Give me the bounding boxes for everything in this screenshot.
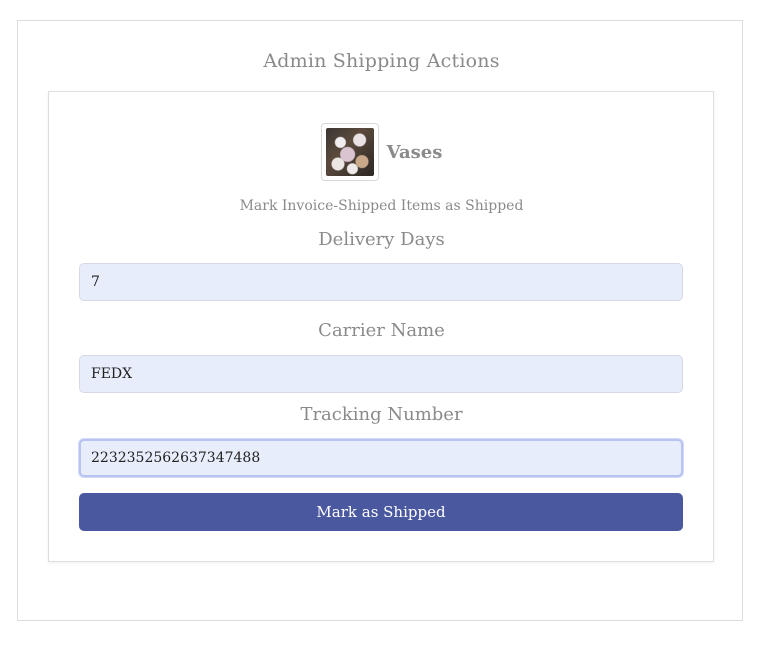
- tracking-number-label: Tracking Number: [300, 404, 463, 425]
- vase-flowers-image-icon: [325, 128, 374, 176]
- delivery-days-label: Delivery Days: [318, 229, 445, 250]
- delivery-days-input[interactable]: [79, 263, 683, 301]
- product-summary: Vases: [0, 122, 763, 182]
- page-title: Admin Shipping Actions: [263, 50, 500, 72]
- product-thumbnail: [320, 123, 379, 181]
- tracking-number-input[interactable]: [79, 439, 683, 477]
- carrier-name-label: Carrier Name: [318, 320, 445, 341]
- mark-as-shipped-button[interactable]: Mark as Shipped: [79, 493, 683, 531]
- product-name: Vases: [386, 141, 443, 163]
- carrier-name-input[interactable]: [79, 355, 683, 393]
- form-subtitle: Mark Invoice-Shipped Items as Shipped: [239, 198, 524, 214]
